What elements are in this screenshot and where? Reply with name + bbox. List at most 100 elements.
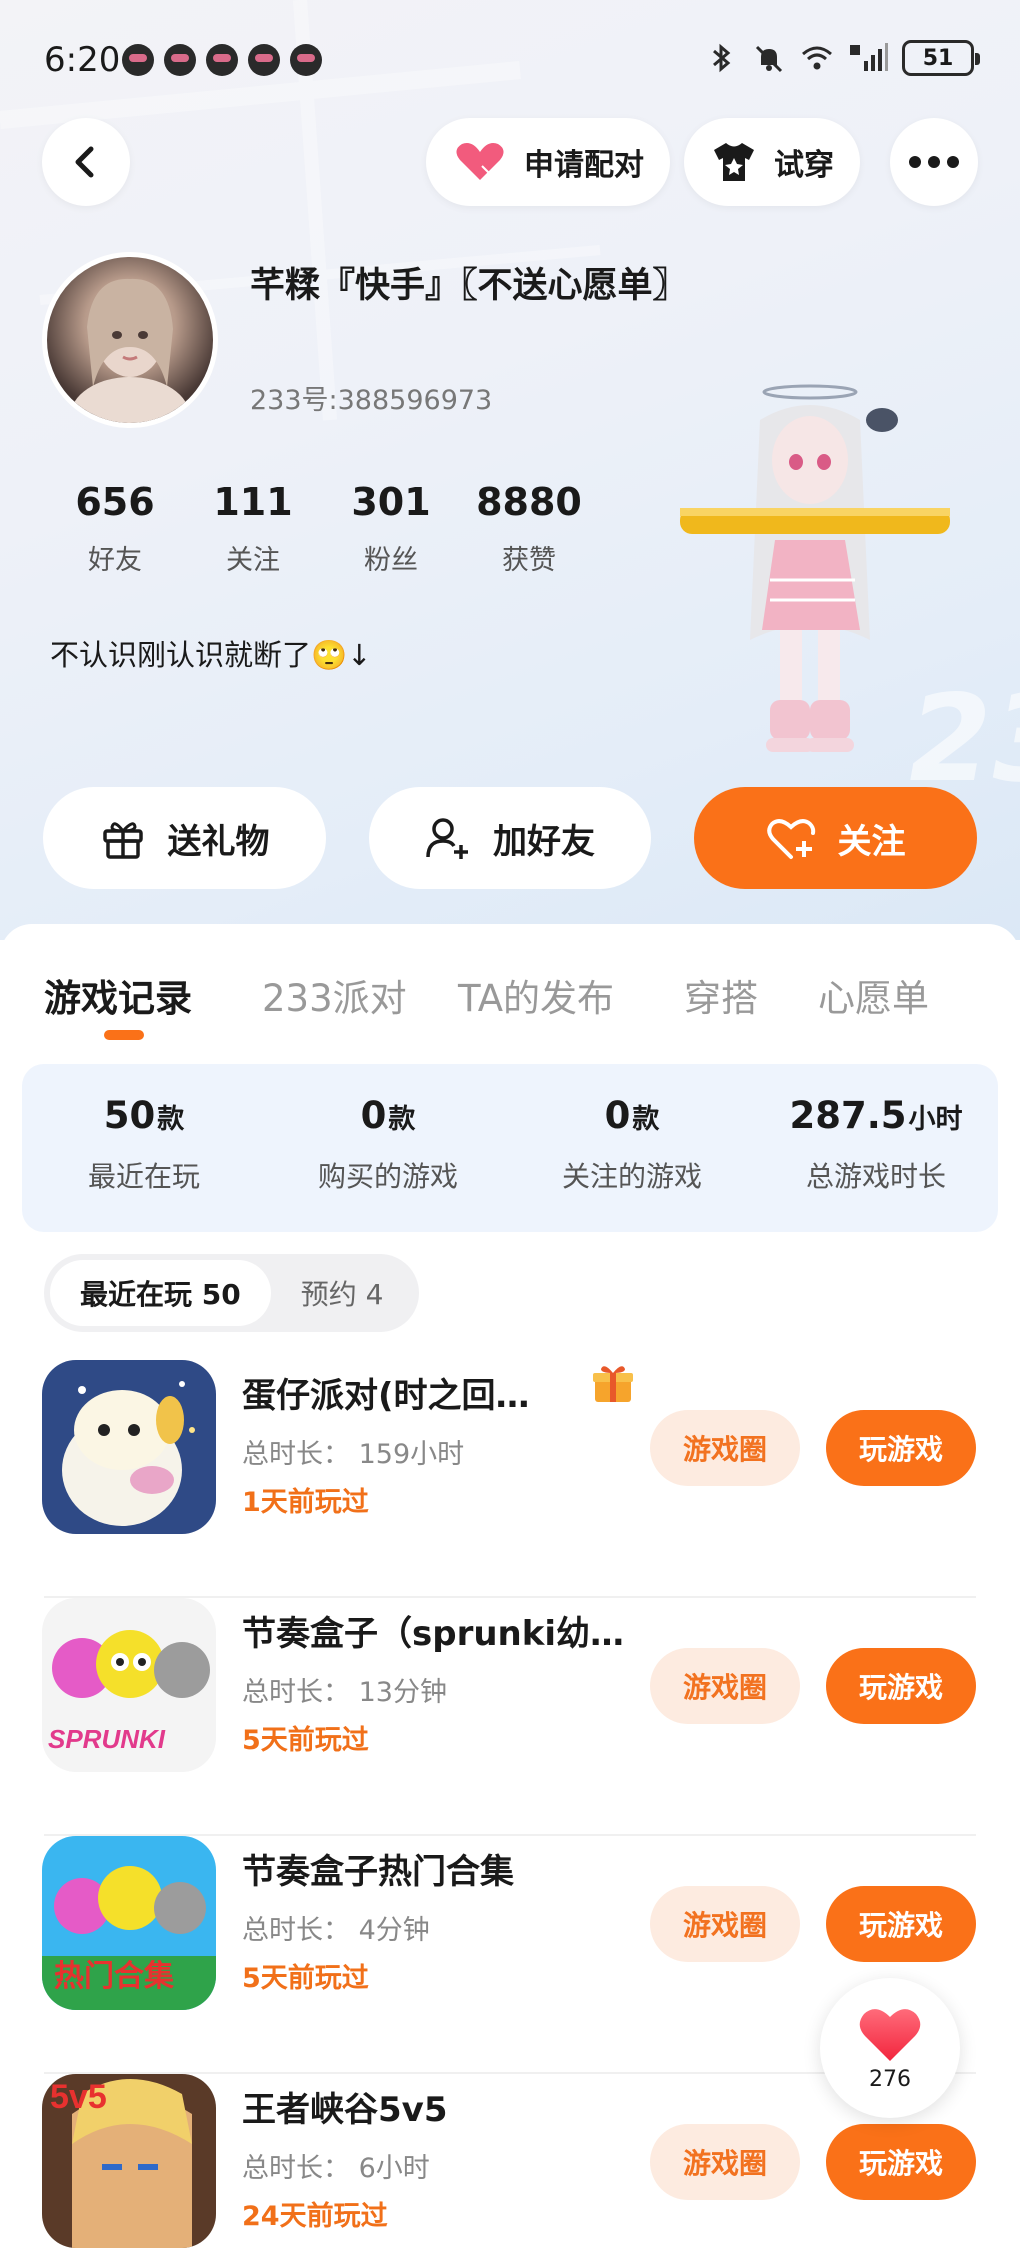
signal-4g-icon [850, 43, 888, 71]
list-item[interactable]: 蛋仔派对(时之回… 总时长： 159小时 1天前玩过 游戏圈 玩游戏 [0, 1360, 1020, 1598]
hot-collection-text: 热门合集 [54, 1959, 175, 1993]
notification-avatar-icon [122, 44, 154, 76]
stat-label: 粉丝 [364, 545, 418, 576]
profile-bio: 不认识刚认识就断了🙄↓ [50, 638, 372, 672]
tab-active-indicator [104, 1030, 144, 1040]
notification-avatar-icon [290, 44, 322, 76]
game-circle-button[interactable]: 游戏圈 [650, 1648, 800, 1724]
more-options-button[interactable] [890, 118, 978, 206]
battery-indicator: 51 [902, 40, 980, 76]
tshirt-icon [714, 143, 754, 181]
segment-recent[interactable]: 最近在玩 50 [50, 1260, 271, 1326]
game-icon-kings-canyon: 5v5 [42, 2074, 216, 2248]
game-last-played: 5天前玩过 [242, 1963, 369, 1994]
apply-pair-button[interactable]: 申请配对 [426, 118, 670, 206]
apply-pair-label: 申请配对 [524, 148, 644, 183]
summary-unit: 小时 [908, 1104, 963, 1135]
avatar[interactable] [42, 252, 218, 428]
game-duration: 总时长： 13分钟 [242, 1677, 447, 1708]
sprunki-collection-artwork: 热门合集 [42, 1836, 216, 2010]
tab-233-party[interactable]: 233派对 [262, 968, 407, 1022]
kings-canyon-artwork: 5v5 [42, 2074, 216, 2248]
add-user-icon [426, 818, 468, 859]
eggy-party-artwork [42, 1360, 216, 1534]
game-duration: 总时长： 6小时 [242, 2153, 430, 2184]
stat-likes[interactable]: 8880 获赞 [460, 480, 598, 577]
summary-value: 0 [360, 1094, 387, 1137]
profile-stats: 656 好友 111 关注 301 粉丝 8880 获赞 [46, 480, 598, 577]
game-circle-button[interactable]: 游戏圈 [650, 1410, 800, 1486]
game-circle-button[interactable]: 游戏圈 [650, 2124, 800, 2200]
stat-label: 获赞 [502, 545, 556, 576]
stat-label: 好友 [88, 545, 142, 576]
game-title: 节奏盒子（sprunki幼… [242, 1614, 625, 1654]
hearts-icon [456, 143, 504, 180]
summary-unit: 款 [157, 1104, 185, 1135]
gift-badge-icon[interactable] [590, 1360, 636, 1406]
tab-game-records[interactable]: 游戏记录 [44, 968, 192, 1022]
tab-outfits[interactable]: 穿搭 [684, 968, 758, 1022]
summary-recent[interactable]: 50款 最近在玩 [22, 1064, 266, 1232]
segment-reserve[interactable]: 预约 4 [271, 1260, 414, 1326]
profile-tabs: 游戏记录 233派对 TA的发布 穿搭 心愿单 [0, 968, 1020, 1028]
tab-wishlist[interactable]: 心愿单 [818, 968, 929, 1022]
send-gift-label: 送礼物 [167, 821, 270, 862]
game-summary-card: 50款 最近在玩 0款 购买的游戏 0款 关注的游戏 287.5小时 总游戏时长 [22, 1064, 998, 1232]
play-game-button[interactable]: 玩游戏 [826, 1886, 976, 1962]
game-title: 节奏盒子热门合集 [242, 1852, 514, 1892]
game-icon-sprunki: SPRUNKI [42, 1598, 216, 1772]
gift-icon [102, 822, 143, 859]
summary-value: 287.5 [789, 1094, 907, 1137]
play-game-button[interactable]: 玩游戏 [826, 1648, 976, 1724]
game-last-played: 24天前玩过 [242, 2201, 388, 2232]
summary-unit: 款 [388, 1104, 416, 1135]
notification-icons [122, 44, 322, 76]
avatar-image [70, 278, 190, 423]
sprunki-logo-text: SPRUNKI [48, 1724, 166, 1754]
stat-value: 656 [75, 480, 155, 524]
status-bar: 6:20 51 [0, 30, 1020, 90]
game-last-played: 1天前玩过 [242, 1487, 369, 1518]
game-duration: 总时长： 4分钟 [242, 1915, 430, 1946]
summary-total-time[interactable]: 287.5小时 总游戏时长 [754, 1064, 998, 1232]
summary-label: 总游戏时长 [805, 1160, 946, 1193]
wifi-icon [802, 46, 832, 70]
game-circle-button[interactable]: 游戏圈 [650, 1886, 800, 1962]
profile-uid[interactable]: 233号:388596973 [250, 378, 492, 417]
v5-logo-text: 5v5 [50, 2078, 107, 2116]
back-button[interactable] [42, 118, 130, 206]
stat-value: 8880 [476, 480, 582, 524]
stat-following[interactable]: 111 关注 [184, 480, 322, 577]
game-title: 王者峡谷5v5 [242, 2090, 448, 2130]
stat-friends[interactable]: 656 好友 [46, 480, 184, 577]
play-game-button[interactable]: 玩游戏 [826, 2124, 976, 2200]
add-friend-button[interactable]: 加好友 [369, 787, 651, 889]
send-gift-button[interactable]: 送礼物 [43, 787, 326, 889]
game-icon-eggy-party [42, 1360, 216, 1534]
notification-avatar-icon [206, 44, 238, 76]
sprunki-artwork: SPRUNKI [42, 1598, 216, 1772]
add-friend-label: 加好友 [493, 821, 595, 862]
list-item[interactable]: SPRUNKI 节奏盒子（sprunki幼… 总时长： 13分钟 5天前玩过 游… [0, 1598, 1020, 1836]
summary-followed[interactable]: 0款 关注的游戏 [510, 1064, 754, 1232]
stat-followers[interactable]: 301 粉丝 [322, 480, 460, 577]
status-indicators: 51 [704, 40, 980, 76]
play-game-button[interactable]: 玩游戏 [826, 1410, 976, 1486]
back-arrow-icon [75, 146, 94, 178]
heart-plus-icon [766, 819, 815, 859]
summary-label: 最近在玩 [87, 1160, 200, 1193]
summary-purchased[interactable]: 0款 购买的游戏 [266, 1064, 510, 1232]
game-duration: 总时长： 159小时 [242, 1439, 465, 1470]
status-time: 6:20 [44, 40, 121, 80]
game-icon-sprunki-collection: 热门合集 [42, 1836, 216, 2010]
mute-bell-icon [755, 45, 783, 73]
floating-like-button[interactable]: 276 [820, 1978, 960, 2118]
follow-button[interactable]: 关注 [694, 787, 977, 889]
notification-avatar-icon [164, 44, 196, 76]
tab-posts[interactable]: TA的发布 [458, 968, 614, 1022]
stat-value: 301 [351, 480, 431, 524]
summary-unit: 款 [632, 1104, 660, 1135]
like-count: 276 [869, 2066, 911, 2092]
notification-avatar-icon [248, 44, 280, 76]
try-on-button[interactable]: 试穿 [684, 118, 860, 206]
